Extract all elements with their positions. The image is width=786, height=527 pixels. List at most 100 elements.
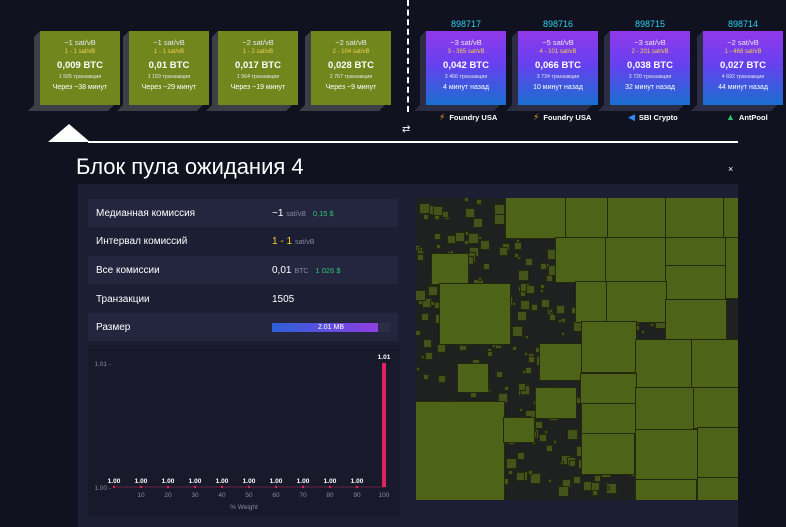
treemap-tx-tile[interactable] [421,355,425,359]
treemap-tx-tile[interactable] [498,393,508,403]
pool-label-sbi[interactable]: ◀ SBI Crypto [628,112,678,123]
pool-label-antpool[interactable]: ▲ AntPool [726,112,768,122]
treemap-tx-tile[interactable] [517,311,527,321]
treemap-tx-tile[interactable] [665,265,727,301]
treemap-tx-tile[interactable] [697,477,738,500]
treemap-tx-tile[interactable] [430,301,435,306]
treemap-tx-tile[interactable] [565,198,609,239]
treemap-tx-tile[interactable] [478,236,482,240]
pool-label-foundry-1[interactable]: ⚡ Foundry USA [439,112,497,123]
treemap-tx-tile[interactable] [476,199,482,205]
treemap-tx-tile[interactable] [457,363,489,393]
mined-block-898716[interactable]: 898716 ~5 sat/vB 4 - 101 sat/vB 0,066 BT… [506,19,598,111]
treemap-tx-tile[interactable] [556,305,565,314]
treemap-tx-tile[interactable] [503,417,535,443]
treemap-tx-tile[interactable] [516,472,525,481]
block-transactions-treemap[interactable] [416,198,738,500]
treemap-tx-tile[interactable] [548,479,552,483]
treemap-tx-tile[interactable] [539,343,583,381]
treemap-tx-tile[interactable] [583,481,593,491]
treemap-tx-tile[interactable] [514,242,522,250]
treemap-tx-tile[interactable] [530,473,541,484]
treemap-tx-tile[interactable] [483,263,490,270]
treemap-tx-tile[interactable] [419,203,430,214]
mined-block-898715[interactable]: 898715 ~3 sat/vB 2 - 201 sat/vB 0,038 BT… [598,19,690,111]
treemap-tx-tile[interactable] [437,344,446,353]
treemap-tx-tile[interactable] [635,479,697,500]
treemap-tx-tile[interactable] [494,214,505,225]
treemap-tx-tile[interactable] [549,314,556,321]
treemap-tx-tile[interactable] [665,237,727,267]
treemap-tx-tile[interactable] [447,235,456,244]
treemap-tx-tile[interactable] [465,208,475,218]
treemap-tx-tile[interactable] [506,458,517,469]
treemap-tx-tile[interactable] [512,346,517,351]
treemap-tx-tile[interactable] [549,309,553,313]
treemap-tx-tile[interactable] [544,430,548,434]
treemap-tx-tile[interactable] [569,460,576,467]
pending-block-4[interactable]: ~2 sat/vB 2 - 104 sat/vB 0,028 BTC 2 767… [299,31,391,111]
treemap-tx-tile[interactable] [428,286,438,296]
treemap-tx-tile[interactable] [725,237,738,299]
treemap-tx-tile[interactable] [581,321,637,373]
treemap-tx-tile[interactable] [423,214,429,220]
treemap-tx-tile[interactable] [575,281,607,323]
treemap-tx-tile[interactable] [416,367,420,371]
block-height[interactable]: 898716 [518,19,598,29]
treemap-tx-tile[interactable] [434,214,440,220]
treemap-tx-tile[interactable] [540,284,545,289]
treemap-tx-tile[interactable] [592,490,598,496]
treemap-tx-tile[interactable] [591,482,600,491]
treemap-tx-tile[interactable] [555,237,607,283]
treemap-tx-tile[interactable] [524,352,528,356]
treemap-tx-tile[interactable] [535,421,543,429]
block-height[interactable]: 898717 [426,19,506,29]
treemap-tx-tile[interactable] [468,233,479,244]
treemap-tx-tile[interactable] [499,247,508,256]
treemap-tx-tile[interactable] [561,318,566,323]
treemap-tx-tile[interactable] [525,367,532,374]
treemap-tx-tile[interactable] [494,204,505,215]
treemap-tx-tile[interactable] [561,332,565,336]
treemap-tx-tile[interactable] [518,270,529,281]
treemap-tx-tile[interactable] [606,486,610,490]
treemap-tx-tile[interactable] [691,339,738,389]
pending-block-3[interactable]: ~2 sat/vB 1 - 2 sat/vB 0,017 BTC 1 564 т… [206,31,298,111]
treemap-tx-tile[interactable] [605,281,667,323]
treemap-tx-tile[interactable] [442,211,449,218]
treemap-tx-tile[interactable] [464,231,469,236]
treemap-tx-tile[interactable] [473,218,483,228]
treemap-tx-tile[interactable] [520,300,530,310]
treemap-tx-tile[interactable] [480,240,490,250]
treemap-tx-tile[interactable] [697,427,738,479]
treemap-tx-tile[interactable] [508,470,513,475]
treemap-tx-tile[interactable] [514,253,519,258]
treemap-tx-tile[interactable] [605,237,667,283]
treemap-tx-tile[interactable] [546,275,553,282]
pending-block-2[interactable]: ~1 sat/vB 1 - 1 sat/vB 0,01 BTC 1 159 тр… [117,31,209,111]
treemap-tx-tile[interactable] [562,479,571,488]
treemap-tx-tile[interactable] [567,429,578,440]
treemap-tx-tile[interactable] [464,198,469,202]
treemap-tx-tile[interactable] [531,304,538,311]
treemap-tx-tile[interactable] [528,356,535,363]
close-icon[interactable]: × [728,164,733,174]
treemap-tx-tile[interactable] [416,330,421,336]
treemap-tx-tile[interactable] [423,374,429,380]
treemap-tx-tile[interactable] [517,452,525,460]
treemap-tx-tile[interactable] [540,289,544,293]
treemap-tx-tile[interactable] [433,206,443,216]
treemap-tx-tile[interactable] [419,247,423,251]
treemap-tx-tile[interactable] [470,391,477,398]
treemap-tx-tile[interactable] [496,371,503,378]
treemap-tx-tile[interactable] [522,370,526,374]
treemap-tx-tile[interactable] [535,387,577,419]
treemap-tx-tile[interactable] [519,408,523,412]
treemap-tx-tile[interactable] [581,403,637,435]
treemap-tx-tile[interactable] [607,198,667,239]
treemap-tx-tile[interactable] [425,352,433,360]
swap-icon[interactable]: ⇄ [402,124,410,135]
treemap-tx-tile[interactable] [553,440,557,444]
treemap-tx-tile[interactable] [492,344,496,348]
mined-block-898717[interactable]: 898717 ~3 sat/vB 3 - 365 sat/vB 0,042 BT… [414,19,506,111]
